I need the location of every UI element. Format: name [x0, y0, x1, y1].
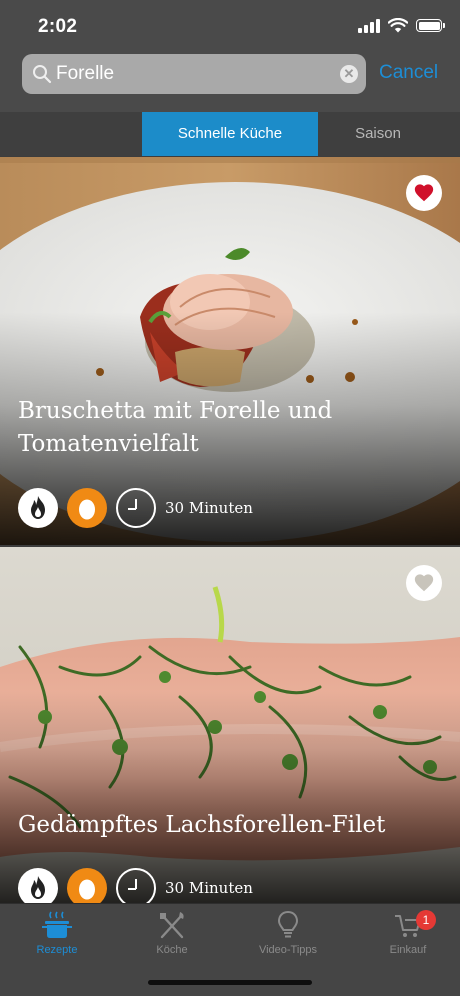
tab-video-tipps[interactable]: Video-Tipps — [238, 910, 338, 956]
recipe-title: Gedämpftes Lachsforellen-Filet — [18, 812, 386, 838]
tab-label: Einkauf — [389, 944, 427, 956]
favorite-button[interactable] — [406, 565, 442, 601]
recipe-meta: 30 Minuten — [18, 868, 253, 907]
tab-einkauf[interactable]: 1 Einkauf — [358, 910, 458, 956]
status-bar: 2:02 — [0, 0, 460, 50]
recipe-card[interactable]: Bruschetta mit Forelle und Tomatenvielfa… — [0, 157, 460, 545]
egg-icon — [67, 488, 107, 528]
home-indicator — [148, 980, 312, 985]
status-time: 2:02 — [38, 16, 78, 37]
favorite-button[interactable] — [406, 175, 442, 211]
search-bar[interactable]: ✕ — [22, 54, 366, 94]
tab-label: Rezepte — [36, 944, 78, 956]
wifi-icon — [388, 18, 408, 33]
tab-label: Video-Tipps — [258, 944, 318, 956]
tab-koeche[interactable]: Köche — [122, 910, 222, 956]
flame-icon — [18, 488, 58, 528]
tab-schnelle-kueche[interactable]: Schnelle Küche — [142, 112, 318, 156]
tab-label: Köche — [156, 944, 188, 956]
category-tabs: Schnelle Küche Saison — [0, 112, 460, 156]
heart-filled-icon — [414, 184, 434, 202]
search-header: ✕ Cancel — [0, 50, 460, 112]
flame-icon — [18, 868, 58, 907]
utensils-icon — [160, 912, 184, 939]
recipe-card[interactable]: Gedämpftes Lachsforellen-Filet 30 Minute… — [0, 547, 460, 907]
cart-count-badge: 1 — [416, 910, 436, 930]
pot-icon — [42, 911, 72, 938]
recipe-duration: 30 Minuten — [165, 879, 253, 897]
egg-icon — [67, 868, 107, 907]
tab-saison[interactable]: Saison — [318, 112, 438, 156]
recipe-duration: 30 Minuten — [165, 499, 253, 517]
recipe-meta: 30 Minuten — [18, 488, 253, 528]
clear-search-icon[interactable]: ✕ — [340, 65, 358, 83]
search-input[interactable] — [56, 54, 336, 94]
clock-icon — [116, 488, 156, 528]
search-icon — [33, 65, 52, 84]
cancel-button[interactable]: Cancel — [379, 62, 438, 84]
tab-rezepte[interactable]: Rezepte — [7, 910, 107, 956]
heart-outline-icon — [414, 574, 434, 592]
cellular-signal-icon — [358, 18, 380, 33]
status-icons — [358, 18, 445, 33]
battery-icon — [416, 19, 445, 32]
recipe-title: Bruschetta mit Forelle und Tomatenvielfa… — [18, 398, 333, 457]
clock-icon — [116, 868, 156, 907]
lightbulb-icon — [277, 910, 299, 938]
